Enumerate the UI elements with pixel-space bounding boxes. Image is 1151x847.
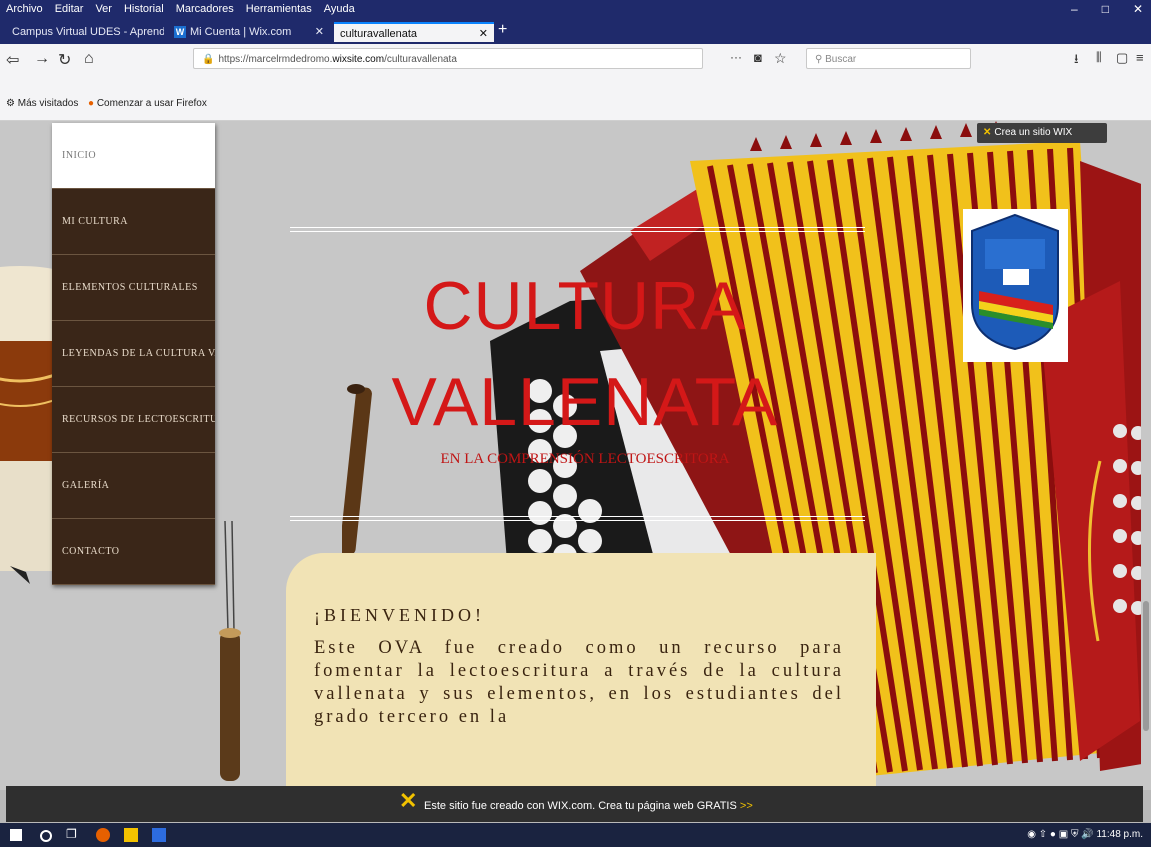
lock-icon: 🔒: [202, 54, 215, 65]
tab-bar: Campus Virtual UDES - Aprendiame × W Mi C…: [0, 20, 1151, 44]
nav-item-contacto[interactable]: CONTACTO: [52, 519, 215, 585]
menu-ver[interactable]: Ver: [95, 3, 112, 15]
hamburger-menu-icon[interactable]: ≡: [1136, 50, 1144, 65]
wix-logo-icon: ✕: [399, 788, 418, 813]
menu-archivo[interactable]: Archivo: [6, 3, 43, 15]
menu-bar: Archivo Editar Ver Historial Marcadores …: [0, 0, 1151, 20]
url-domain: wixsite.com: [332, 54, 385, 65]
close-window-icon[interactable]: ✕: [1133, 2, 1143, 16]
web-page: CULTURA VALLENATA EN LA COMPRENSIÓN LECT…: [0, 121, 1151, 790]
hero-title-line2: VALLENATA: [391, 364, 779, 440]
banner-cta[interactable]: >>: [740, 800, 753, 812]
address-bar[interactable]: 🔒 https://marcelrmdedromo.wixsite.com/cul…: [193, 48, 703, 69]
shield-icon: [971, 213, 1059, 351]
page-scrollbar[interactable]: [1141, 121, 1151, 786]
tab-label: Campus Virtual UDES - Aprendiame ×: [12, 26, 164, 38]
reload-icon[interactable]: ↻: [58, 50, 71, 70]
school-crest-logo: [963, 209, 1068, 362]
menu-herramientas[interactable]: Herramientas: [246, 3, 312, 15]
banner-text-wrap: Este sitio fue creado con WIX.com. Crea …: [424, 800, 753, 812]
create-wix-site-badge[interactable]: ✕ Crea un sitio WIX: [977, 123, 1107, 143]
tab-campus-virtual[interactable]: Campus Virtual UDES - Aprendiame ×: [6, 22, 164, 42]
tab-wix-account[interactable]: W Mi Cuenta | Wix.com ✕: [168, 22, 330, 42]
hero-subtitle: EN LA COMPRENSIÓN LECTOESCRITORA: [440, 451, 730, 467]
bookmarks-bar: ⚙ Más visitados ● Comenzar a usar Firefo…: [0, 74, 1151, 121]
library-icon[interactable]: ⫼: [1096, 50, 1102, 65]
banner-text: Este sitio fue creado con WIX.com. Crea …: [424, 800, 737, 812]
tray-icons: ◉ ⇧ ● ▣ ⛨ 🔊: [1027, 829, 1097, 840]
bookmark-label: Más visitados: [17, 98, 79, 109]
nav-item-elementos-culturales[interactable]: ELEMENTOS CULTURALES: [52, 255, 215, 321]
nav-item-leyendas[interactable]: LEYENDAS DE LA CULTURA VALLENATA: [52, 321, 215, 387]
wix-logo-icon: ✕: [983, 127, 992, 138]
guacharaca-stick-illustration: [219, 521, 241, 781]
home-icon[interactable]: ⌂: [84, 50, 94, 68]
search-icon[interactable]: [40, 830, 52, 842]
wix-ad-banner[interactable]: ✕ Este sitio fue creado con WIX.com. Cre…: [6, 786, 1143, 822]
close-tab-icon[interactable]: ✕: [315, 22, 324, 42]
download-icon[interactable]: ⭳: [1074, 50, 1079, 72]
windows-start-icon[interactable]: [10, 829, 22, 841]
bookmark-getting-started[interactable]: ● Comenzar a usar Firefox: [88, 98, 207, 109]
tab-culturavallenata[interactable]: culturavallenata ✕: [334, 22, 494, 42]
nav-item-mi-cultura[interactable]: MI CULTURA: [52, 189, 215, 255]
windows-taskbar: ❐ ◉ ⇧ ● ▣ ⛨ 🔊 11:48 p.m.: [0, 823, 1151, 847]
firefox-taskbar-icon[interactable]: [96, 828, 110, 842]
system-tray: ◉ ⇧ ● ▣ ⛨ 🔊 11:48 p.m.: [1027, 829, 1143, 840]
search-input[interactable]: ⚲ Buscar: [806, 48, 971, 69]
wix-favicon-icon: W: [174, 26, 186, 38]
minimize-icon[interactable]: –: [1071, 2, 1078, 16]
menu-editar[interactable]: Editar: [55, 3, 84, 15]
close-tab-icon[interactable]: ✕: [479, 24, 488, 42]
back-icon[interactable]: ⇦: [6, 50, 19, 70]
nav-item-recursos[interactable]: RECURSOS DE LECTOESCRITURA: [52, 387, 215, 453]
menu-historial[interactable]: Historial: [124, 3, 164, 15]
tab-label: Mi Cuenta | Wix.com: [190, 26, 292, 38]
sidebar-toggle-icon[interactable]: ▢: [1116, 50, 1128, 66]
new-tab-icon[interactable]: +: [498, 21, 507, 39]
nav-item-galeria[interactable]: GALERÍA: [52, 453, 215, 519]
clock[interactable]: 11:48 p.m.: [1096, 829, 1143, 840]
scrollbar-thumb[interactable]: [1143, 601, 1149, 731]
url-suffix: /culturavallenata: [384, 54, 457, 65]
bookmark-most-visited[interactable]: ⚙ Más visitados: [6, 98, 78, 109]
hero-title-line1: CULTURA: [423, 268, 747, 344]
nav-item-inicio[interactable]: INICIO: [52, 123, 215, 189]
pocket-icon[interactable]: ◙: [754, 50, 762, 65]
task-view-icon[interactable]: ❐: [66, 827, 80, 841]
bookmark-star-icon[interactable]: ☆: [774, 50, 787, 67]
search-placeholder: Buscar: [825, 54, 857, 65]
title-rule-top: [290, 227, 865, 232]
forward-icon[interactable]: →: [34, 50, 50, 68]
welcome-heading: ¡BIENVENIDO!: [314, 605, 485, 625]
site-navigation-menu: INICIO MI CULTURA ELEMENTOS CULTURALES L…: [52, 123, 215, 585]
page-actions-icon[interactable]: ···: [730, 50, 742, 64]
app-taskbar-icon[interactable]: [152, 828, 166, 842]
url-prefix: https://marcelrmdedromo.: [218, 54, 333, 65]
tab-label: culturavallenata: [340, 28, 418, 40]
wix-badge-label: Crea un sitio WIX: [994, 127, 1073, 138]
file-explorer-icon[interactable]: [124, 828, 138, 842]
navigation-bar: ⇦ → ↻ ⌂ 🔒 https://marcelrmdedromo.wixsite…: [0, 44, 1151, 75]
menu-marcadores[interactable]: Marcadores: [176, 3, 234, 15]
welcome-card: ¡BIENVENIDO! Este OVA fue creado como un…: [286, 553, 876, 790]
menu-ayuda[interactable]: Ayuda: [324, 3, 355, 15]
stick-illustration: [342, 384, 372, 555]
welcome-body: Este OVA fue creado como un recurso para…: [314, 638, 844, 727]
bookmark-label: Comenzar a usar Firefox: [96, 98, 207, 109]
title-rule-bottom: [290, 516, 865, 521]
maximize-icon[interactable]: □: [1102, 2, 1109, 16]
search-icon: ⚲: [815, 54, 826, 65]
